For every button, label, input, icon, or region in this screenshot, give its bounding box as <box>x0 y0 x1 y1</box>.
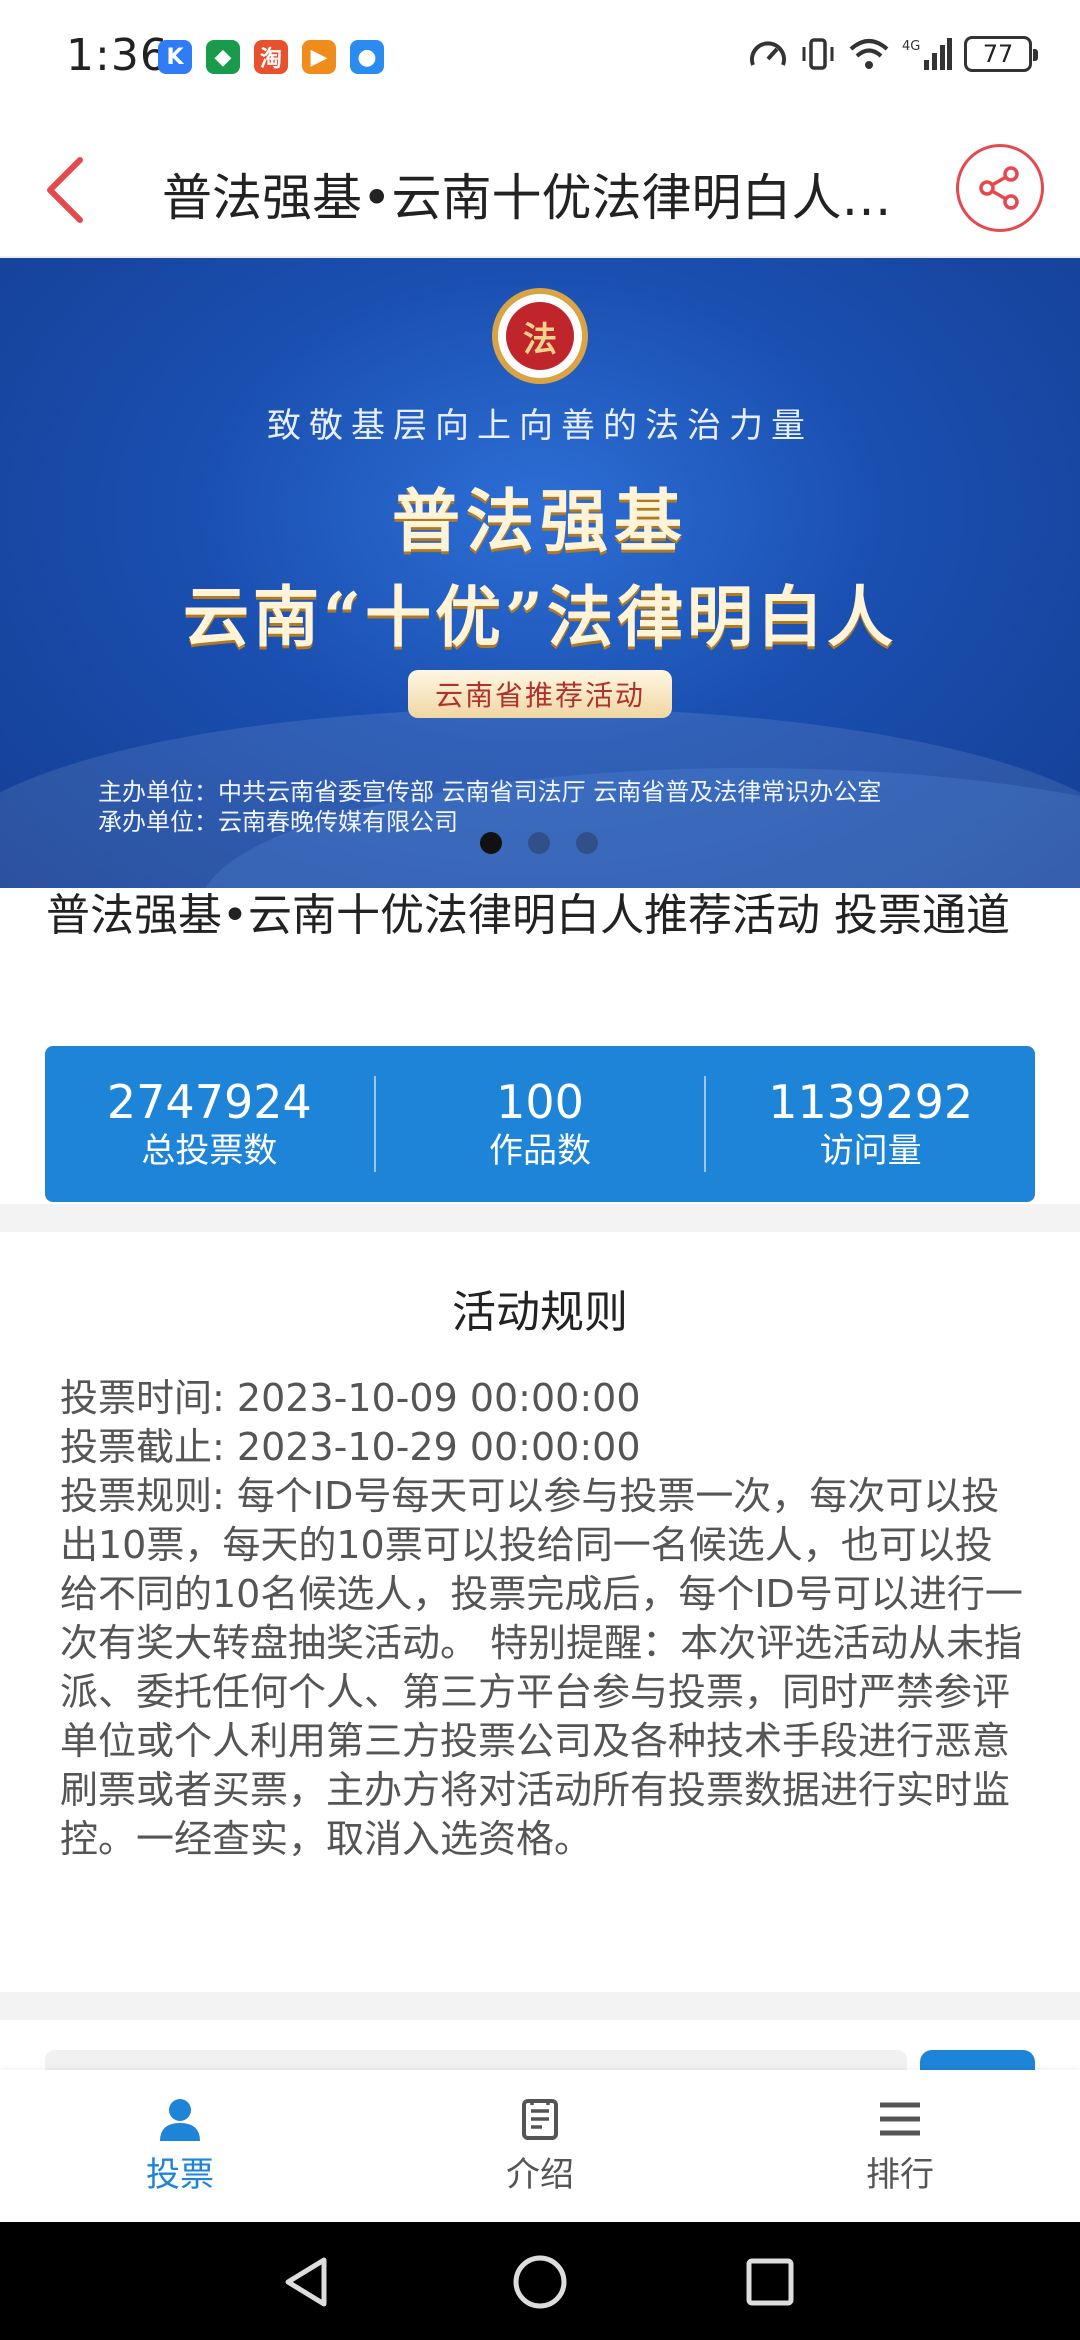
video-app-icon: ▶ <box>302 40 336 74</box>
share-button[interactable] <box>956 144 1044 232</box>
page-title: 普法强基•云南十优法律明白人推荐活动 投票通道 <box>162 169 932 227</box>
taobao-app-icon: 淘 <box>254 40 288 74</box>
menu-icon <box>880 2102 920 2135</box>
law-emblem-logo: 法 <box>492 288 588 384</box>
section-divider <box>0 1204 1080 1232</box>
game-app-icon: ◆ <box>206 40 240 74</box>
status-app-icons: K ◆ 淘 ▶ ● <box>158 40 384 74</box>
svg-text:4G: 4G <box>902 39 920 54</box>
share-icon <box>979 166 1019 210</box>
banner-headline-2: 云南“十优”法律明白人 <box>183 578 897 656</box>
tab-label: 介绍 <box>506 2154 574 2195</box>
kuaishou-app-icon: K <box>158 40 192 74</box>
tab-intro[interactable]: 介绍 <box>360 2070 720 2222</box>
bottom-tab-bar: 投票 介绍 排行 <box>0 2070 1080 2222</box>
wifi-icon <box>849 39 889 69</box>
cellular-signal-icon: 4G <box>902 38 952 70</box>
nav-recents-button[interactable] <box>730 2242 810 2322</box>
tab-label: 排行 <box>866 2154 934 2195</box>
vote-rule-row: 投票规则: 每个ID号每天可以参与投票一次，每次可以投出10票，每天的10票可以… <box>60 1472 1030 1864</box>
rules-heading: 活动规则 <box>452 1287 628 1338</box>
vote-rule-text: 每个ID号每天可以参与投票一次，每次可以投出10票，每天的10票可以投给同一名候… <box>60 1474 1023 1861</box>
rules-body: 投票时间: 2023-10-09 00:00:00 投票截止: 2023-10-… <box>60 1374 1030 1864</box>
banner-headline-1: 普法强基 <box>391 482 688 562</box>
emblem-text: 法 <box>506 302 574 370</box>
banner-subtitle: 致敬基层向上向善的法治力量 <box>267 406 813 446</box>
status-time: 1:36 <box>66 30 169 81</box>
stat-value: 100 <box>496 1075 584 1129</box>
person-icon <box>160 2098 200 2141</box>
status-indicators: 4G 77 <box>748 36 1038 72</box>
vote-start-row: 投票时间: 2023-10-09 00:00:00 <box>60 1374 1030 1423</box>
carousel-dot-active[interactable] <box>480 832 502 854</box>
status-bar: 1:36 K ◆ 淘 ▶ ● 4G 77 <box>0 0 1080 120</box>
stat-value: 1139292 <box>768 1075 974 1129</box>
chevron-left-icon <box>47 157 83 223</box>
nav-home-button[interactable] <box>500 2242 580 2322</box>
section-divider <box>0 1992 1080 2020</box>
vote-start-value: 2023-10-09 00:00:00 <box>236 1376 641 1420</box>
tab-vote[interactable]: 投票 <box>0 2070 360 2222</box>
battery-icon: 77 <box>964 36 1038 72</box>
stat-visits: 1139292 访问量 <box>706 1075 1035 1173</box>
system-navigation-bar <box>0 2222 1080 2340</box>
back-button[interactable] <box>36 150 106 230</box>
vibrate-icon <box>802 38 834 70</box>
stat-label: 总投票数 <box>141 1131 278 1171</box>
stat-value: 2747924 <box>106 1075 312 1129</box>
activity-title: 普法强基•云南十优法律明白人推荐活动 投票通道 <box>46 890 1010 941</box>
banner-tag: 云南省推荐活动 <box>408 670 672 718</box>
circle-home-icon <box>513 2255 567 2309</box>
app-header: 普法强基•云南十优法律明白人推荐活动 投票通道 <box>0 120 1080 258</box>
square-recents-icon <box>746 2258 794 2306</box>
banner-carousel[interactable]: 法 致敬基层向上向善的法治力量 普法强基 云南“十优”法律明白人 云南省推荐活动… <box>0 258 1080 888</box>
vote-start-label: 投票时间: <box>60 1376 225 1420</box>
carousel-indicator <box>480 832 598 854</box>
banner-organizer: 承办单位：云南春晚传媒有限公司 <box>98 808 458 836</box>
carousel-dot[interactable] <box>576 832 598 854</box>
stat-label: 作品数 <box>489 1131 591 1171</box>
stats-panel: 2747924 总投票数 100 作品数 1139292 访问量 <box>45 1046 1035 1202</box>
nav-back-button[interactable] <box>268 2242 348 2322</box>
vote-end-row: 投票截止: 2023-10-29 00:00:00 <box>60 1423 1030 1472</box>
tab-ranking[interactable]: 排行 <box>720 2070 1080 2222</box>
speedometer-icon <box>750 41 786 66</box>
carousel-dot[interactable] <box>528 832 550 854</box>
vote-end-label: 投票截止: <box>60 1425 225 1469</box>
document-icon <box>522 2098 558 2140</box>
tab-label: 投票 <box>146 2154 214 2195</box>
bulb-app-icon: ● <box>350 40 384 74</box>
vote-end-value: 2023-10-29 00:00:00 <box>236 1425 641 1469</box>
stat-total-votes: 2747924 总投票数 <box>45 1075 374 1173</box>
stat-works-count: 100 作品数 <box>376 1075 705 1173</box>
vote-rule-label: 投票规则: <box>60 1474 225 1518</box>
triangle-back-icon <box>285 2257 327 2307</box>
rules-section: 活动规则 投票时间: 2023-10-09 00:00:00 投票截止: 202… <box>0 1232 1080 1992</box>
stat-label: 访问量 <box>819 1131 922 1171</box>
